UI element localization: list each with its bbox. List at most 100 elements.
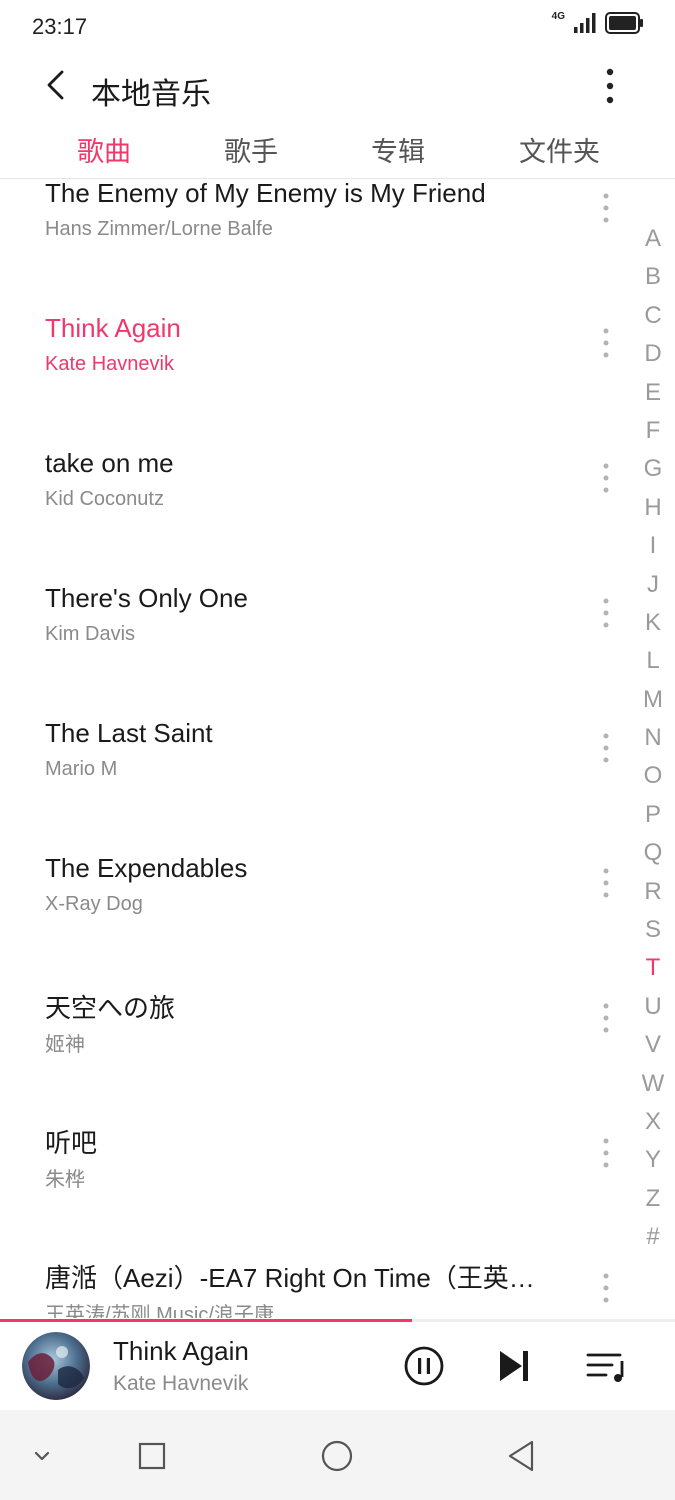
song-more-icon[interactable]	[592, 595, 620, 631]
playlist-icon	[586, 1353, 624, 1382]
song-artist: Kim Davis	[45, 623, 136, 645]
song-title: The Expendables	[45, 853, 248, 883]
recent-apps-icon	[138, 1442, 166, 1470]
more-vertical-icon	[606, 68, 614, 104]
index-letter-hash[interactable]: #	[634, 1218, 672, 1256]
now-playing-artist: Kate Havnevik	[113, 1372, 249, 1395]
back-arrow-icon	[47, 70, 64, 100]
song-item[interactable]: There's Only One Kim Davis	[0, 583, 620, 718]
back-icon	[508, 1440, 534, 1472]
alphabet-index-bar[interactable]: A B C D E F G H I J K L M N O P Q R S T U V W X Y Z #	[634, 220, 672, 1257]
status-bar: 23:17 4G	[0, 0, 675, 54]
song-more-icon[interactable]	[592, 1135, 620, 1171]
song-item[interactable]: 天空への旅 姬神	[0, 988, 620, 1123]
index-letter-j[interactable]: J	[634, 566, 672, 604]
pause-icon	[404, 1346, 444, 1386]
song-title: 听吧	[45, 1128, 98, 1158]
app-header: 本地音乐	[0, 54, 675, 120]
song-artist: Mario M	[45, 758, 118, 780]
home-icon	[321, 1440, 353, 1472]
song-more-icon[interactable]	[592, 1000, 620, 1036]
index-letter-e[interactable]: E	[634, 374, 672, 412]
status-icons: 4G	[552, 12, 645, 34]
now-playing-title: Think Again	[113, 1336, 249, 1366]
index-letter-u[interactable]: U	[634, 988, 672, 1026]
song-item[interactable]: 听吧 朱桦	[0, 1123, 620, 1258]
song-artist: Kid Coconutz	[45, 488, 164, 510]
back-nav-button[interactable]	[500, 1434, 544, 1478]
tab-albums[interactable]: 专辑	[371, 130, 425, 169]
tab-bar: 歌曲 歌手 专辑 文件夹	[0, 120, 675, 179]
index-letter-m[interactable]: M	[634, 681, 672, 719]
network-type: 4G	[551, 11, 565, 22]
song-more-icon[interactable]	[592, 730, 620, 766]
song-title: 天空への旅	[45, 993, 176, 1023]
song-more-icon[interactable]	[592, 190, 620, 226]
battery-icon	[605, 12, 643, 34]
song-title: Think Again	[45, 313, 181, 343]
index-letter-y[interactable]: Y	[634, 1141, 672, 1179]
index-letter-n[interactable]: N	[634, 719, 672, 757]
collapse-button[interactable]	[20, 1434, 64, 1478]
index-letter-p[interactable]: P	[634, 796, 672, 834]
song-artist: 王英涛/苏刚.Music/浪子康	[45, 1304, 274, 1318]
song-title: The Enemy of My Enemy is My Friend	[45, 178, 486, 208]
index-letter-l[interactable]: L	[634, 642, 672, 680]
now-playing-bar[interactable]: Think Again Kate Havnevik	[0, 1322, 675, 1410]
song-title: There's Only One	[45, 583, 248, 613]
index-letter-s[interactable]: S	[634, 911, 672, 949]
song-more-icon[interactable]	[592, 1270, 620, 1306]
index-letter-a[interactable]: A	[634, 220, 672, 258]
song-list: The Enemy of My Enemy is My Friend Hans …	[0, 178, 620, 1318]
song-artist: Kate Havnevik	[45, 353, 174, 375]
song-title: The Last Saint	[45, 718, 213, 748]
song-artist: 姬神	[45, 1034, 85, 1056]
next-track-button[interactable]	[490, 1342, 538, 1390]
index-letter-t[interactable]: T	[634, 949, 672, 987]
index-letter-g[interactable]: G	[634, 450, 672, 488]
song-item[interactable]: 唐湉（Aezi）-EA7 Right On Time（王英… 王英涛/苏刚.Mu…	[0, 1258, 620, 1318]
song-more-icon[interactable]	[592, 865, 620, 901]
playlist-button[interactable]	[582, 1342, 630, 1390]
tab-songs[interactable]: 歌曲	[77, 130, 131, 169]
index-letter-o[interactable]: O	[634, 757, 672, 795]
index-letter-w[interactable]: W	[634, 1065, 672, 1103]
index-letter-z[interactable]: Z	[634, 1180, 672, 1218]
song-item[interactable]: The Enemy of My Enemy is My Friend Hans …	[0, 178, 620, 313]
back-button[interactable]	[40, 68, 74, 102]
song-item[interactable]: The Last Saint Mario M	[0, 718, 620, 853]
song-artist: 朱桦	[45, 1169, 85, 1191]
song-item-now-playing[interactable]: Think Again Kate Havnevik	[0, 313, 620, 448]
index-letter-b[interactable]: B	[634, 258, 672, 296]
index-letter-f[interactable]: F	[634, 412, 672, 450]
song-more-icon[interactable]	[592, 460, 620, 496]
index-letter-c[interactable]: C	[634, 297, 672, 335]
signal-icon	[574, 13, 596, 33]
pause-button[interactable]	[400, 1342, 448, 1390]
song-title: 唐湉（Aezi）-EA7 Right On Time（王英…	[45, 1263, 535, 1293]
song-item[interactable]: take on me Kid Coconutz	[0, 448, 620, 583]
more-options-button[interactable]	[595, 68, 625, 104]
index-letter-r[interactable]: R	[634, 873, 672, 911]
song-more-icon[interactable]	[592, 325, 620, 361]
index-letter-k[interactable]: K	[634, 604, 672, 642]
status-time: 23:17	[32, 14, 88, 39]
tab-artists[interactable]: 歌手	[224, 130, 278, 169]
index-letter-d[interactable]: D	[634, 335, 672, 373]
album-art-image	[22, 1332, 90, 1400]
index-letter-i[interactable]: I	[634, 527, 672, 565]
album-art[interactable]	[22, 1332, 90, 1400]
song-item[interactable]: The Expendables X-Ray Dog	[0, 853, 620, 988]
index-letter-x[interactable]: X	[634, 1103, 672, 1141]
song-artist: Hans Zimmer/Lorne Balfe	[45, 218, 273, 240]
tab-folders[interactable]: 文件夹	[519, 130, 600, 169]
song-artist: X-Ray Dog	[45, 893, 143, 915]
home-button[interactable]	[315, 1434, 359, 1478]
index-letter-h[interactable]: H	[634, 489, 672, 527]
index-letter-q[interactable]: Q	[634, 834, 672, 872]
skip-next-icon	[500, 1351, 528, 1381]
song-title: take on me	[45, 448, 174, 478]
recent-apps-button[interactable]	[130, 1434, 174, 1478]
index-letter-v[interactable]: V	[634, 1026, 672, 1064]
page-title: 本地音乐	[91, 78, 211, 111]
